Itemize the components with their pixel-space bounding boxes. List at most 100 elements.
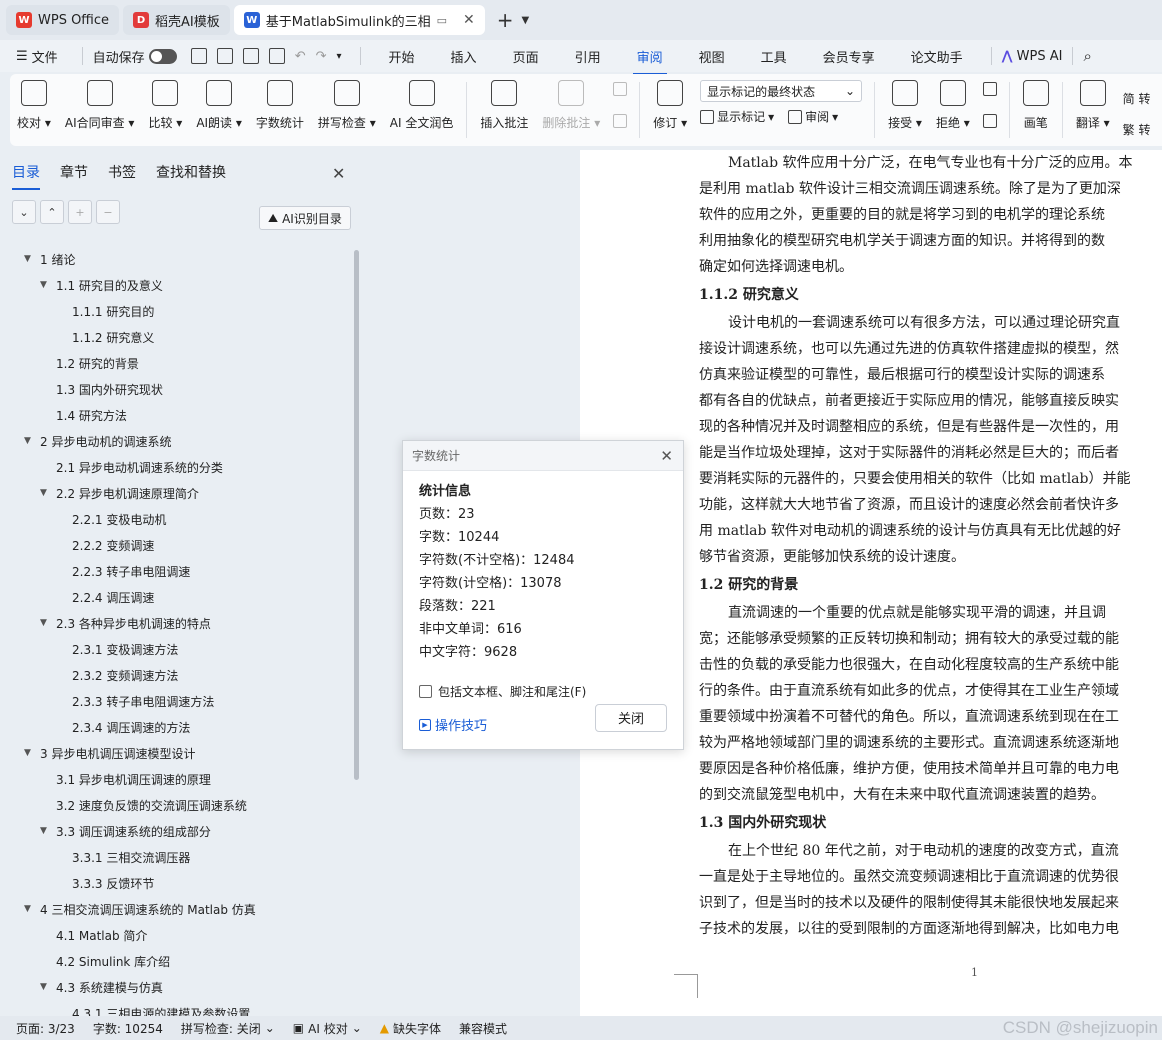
tab-find-replace[interactable]: 查找和替换	[156, 162, 226, 182]
close-icon[interactable]: ✕	[463, 12, 475, 28]
next-comment-icon[interactable]	[613, 114, 628, 128]
toggle-switch-icon[interactable]	[148, 48, 177, 64]
close-button[interactable]: 关闭	[595, 703, 667, 732]
tab-insert[interactable]: 插入	[447, 43, 481, 70]
close-icon[interactable]: ✕	[660, 447, 673, 465]
search-icon[interactable]: ⌕	[1083, 47, 1091, 65]
toc-item[interactable]: ▼ 2.3 各种异步电机调速的特点	[0, 610, 352, 636]
wps-ai-button[interactable]: ⋀ WPS AI	[1002, 49, 1063, 64]
toc-item[interactable]: 3.3.3 反馈环节	[0, 870, 352, 896]
toc-item[interactable]: ▼ 4 三相交流调压调速系统的 Matlab 仿真	[0, 896, 352, 922]
remove-icon[interactable]: −	[96, 200, 120, 224]
spell-check-indicator[interactable]: 拼写检查: 关闭 ⌄	[181, 1020, 275, 1037]
undo-icon[interactable]: ↶	[295, 49, 306, 64]
proofread-button[interactable]: 校对 ▾	[10, 80, 58, 131]
toc-item[interactable]: 2.3.2 变频调速方法	[0, 662, 352, 688]
tab-wps-office[interactable]: W WPS Office	[6, 5, 120, 35]
tab-start[interactable]: 开始	[385, 43, 419, 70]
caret-down-icon[interactable]: ▼	[24, 436, 38, 446]
caret-down-icon[interactable]: ▼	[24, 748, 38, 758]
toc-item[interactable]: 1.3 国内外研究现状	[0, 376, 352, 402]
caret-down-icon[interactable]: ▼	[40, 618, 54, 628]
include-textbox-option[interactable]: 包括文本框、脚注和尾注(F)	[419, 683, 667, 700]
toc-item[interactable]: 2.2.1 变极电动机	[0, 506, 352, 532]
pen-button[interactable]: 画笔	[1016, 80, 1056, 131]
tab-tools[interactable]: 工具	[757, 43, 791, 70]
toc-item[interactable]: 1.4 研究方法	[0, 402, 352, 428]
tab-toc[interactable]: 目录	[12, 162, 40, 190]
tab-thesis[interactable]: 论文助手	[907, 43, 967, 70]
revise-button[interactable]: 修订 ▾	[646, 80, 694, 131]
tab-member[interactable]: 会员专享	[819, 43, 879, 70]
toc-item[interactable]: 3.2 速度负反馈的交流调压调速系统	[0, 792, 352, 818]
toc-item[interactable]: 2.1 异步电动机调速系统的分类	[0, 454, 352, 480]
toc-item[interactable]: 3.3.1 三相交流调压器	[0, 844, 352, 870]
toc-item[interactable]: 2.3.4 调压调速的方法	[0, 714, 352, 740]
translate-button[interactable]: 翻译 ▾	[1069, 80, 1117, 131]
previous-change-icon[interactable]	[982, 82, 997, 96]
toc-item[interactable]: 2.2.4 调压调速	[0, 584, 352, 610]
ai-proof-indicator[interactable]: ▣ AI 校对 ⌄	[293, 1020, 362, 1037]
ai-contract-button[interactable]: AI合同审查 ▾	[58, 80, 142, 131]
toc-item[interactable]: ▼ 2 异步电动机的调速系统	[0, 428, 352, 454]
caret-down-icon[interactable]: ▼	[24, 254, 38, 264]
tab-reference[interactable]: 引用	[571, 43, 605, 70]
review-pane-button[interactable]: 审阅 ▾	[788, 108, 838, 125]
toc-item[interactable]: ▼ 1 绪论	[0, 246, 352, 272]
tab-page[interactable]: 页面	[509, 43, 543, 70]
print-icon[interactable]	[242, 48, 259, 64]
caret-down-icon[interactable]: ▼	[40, 280, 54, 290]
toc-item[interactable]: ▼ 3.3 调压调速系统的组成部分	[0, 818, 352, 844]
next-change-icon[interactable]	[982, 114, 997, 128]
tab-document[interactable]: W 基于MatlabSimulink的三相 ▭ ✕	[233, 5, 485, 35]
autosave-toggle[interactable]: 自动保存	[93, 47, 177, 66]
tab-bookmarks[interactable]: 书签	[108, 162, 136, 182]
caret-down-icon[interactable]: ▼	[40, 982, 54, 992]
word-count-button[interactable]: 字数统计	[249, 80, 311, 131]
tab-docer-ai[interactable]: D 稻壳AI模板	[123, 5, 230, 35]
redo-icon[interactable]: ↷	[316, 49, 327, 64]
tips-link[interactable]: ▶ 操作技巧	[419, 715, 487, 734]
spell-check-button[interactable]: 拼写检查 ▾	[311, 80, 383, 131]
include-textbox-checkbox[interactable]	[419, 685, 432, 698]
toc-item[interactable]: ▼ 4.3 系统建模与仿真	[0, 974, 352, 1000]
traditional-to-simplified-button[interactable]: 繁 转	[1123, 121, 1151, 138]
toc-item[interactable]: 2.2.2 变频调速	[0, 532, 352, 558]
toc-item[interactable]: 3.1 异步电机调压调速的原理	[0, 766, 352, 792]
tab-review[interactable]: 审阅	[632, 43, 667, 75]
simplified-to-traditional-button[interactable]: 简 转	[1123, 90, 1151, 107]
export-icon[interactable]	[216, 48, 233, 64]
toc-item[interactable]: 1.1.2 研究意义	[0, 324, 352, 350]
chevron-down-icon[interactable]: ▾	[337, 51, 342, 62]
toc-item[interactable]: 4.2 Simulink 库介绍	[0, 948, 352, 974]
reject-button[interactable]: 拒绝 ▾	[929, 80, 977, 131]
toc-item[interactable]: ▼ 1.1 研究目的及意义	[0, 272, 352, 298]
accept-button[interactable]: 接受 ▾	[881, 80, 929, 131]
missing-font-indicator[interactable]: ▲ 缺失字体	[380, 1020, 441, 1037]
new-tab-icon[interactable]: +	[497, 8, 514, 32]
expand-icon[interactable]: ⌄	[12, 200, 36, 224]
page-indicator[interactable]: 页面: 3/23	[16, 1020, 75, 1037]
screen-icon[interactable]: ▭	[437, 14, 447, 27]
delete-comment-button[interactable]: 删除批注 ▾	[535, 80, 607, 131]
show-markup-button[interactable]: 显示标记 ▾	[700, 108, 774, 125]
toc-item[interactable]: ▼ 2.2 异步电机调速原理简介	[0, 480, 352, 506]
ai-read-button[interactable]: AI朗读 ▾	[189, 80, 249, 131]
toc-item[interactable]: 2.3.3 转子串电阻调速方法	[0, 688, 352, 714]
print-preview-icon[interactable]	[268, 48, 285, 64]
add-icon[interactable]: +	[68, 200, 92, 224]
toc-item[interactable]: 1.1.1 研究目的	[0, 298, 352, 324]
tab-view[interactable]: 视图	[695, 43, 729, 70]
toc-item[interactable]: 2.2.3 转子串电阻调速	[0, 558, 352, 584]
close-icon[interactable]: ✕	[332, 164, 345, 183]
file-menu[interactable]: ☰ 文件	[16, 47, 58, 66]
ai-toc-button[interactable]: ⛰ AI识别目录	[259, 206, 351, 230]
toc-item[interactable]: 4.1 Matlab 简介	[0, 922, 352, 948]
caret-down-icon[interactable]: ▼	[40, 826, 54, 836]
toc-item[interactable]: ▼ 3 异步电机调压调速模型设计	[0, 740, 352, 766]
chevron-down-icon[interactable]: ▼	[522, 15, 530, 26]
document-body[interactable]: Matlab 软件应用十分广泛，在电气专业也有十分广泛的应用。本 是利用 matl…	[699, 150, 1162, 942]
save-icon[interactable]	[190, 48, 207, 64]
collapse-icon[interactable]: ⌃	[40, 200, 64, 224]
insert-comment-button[interactable]: 插入批注	[473, 80, 535, 131]
